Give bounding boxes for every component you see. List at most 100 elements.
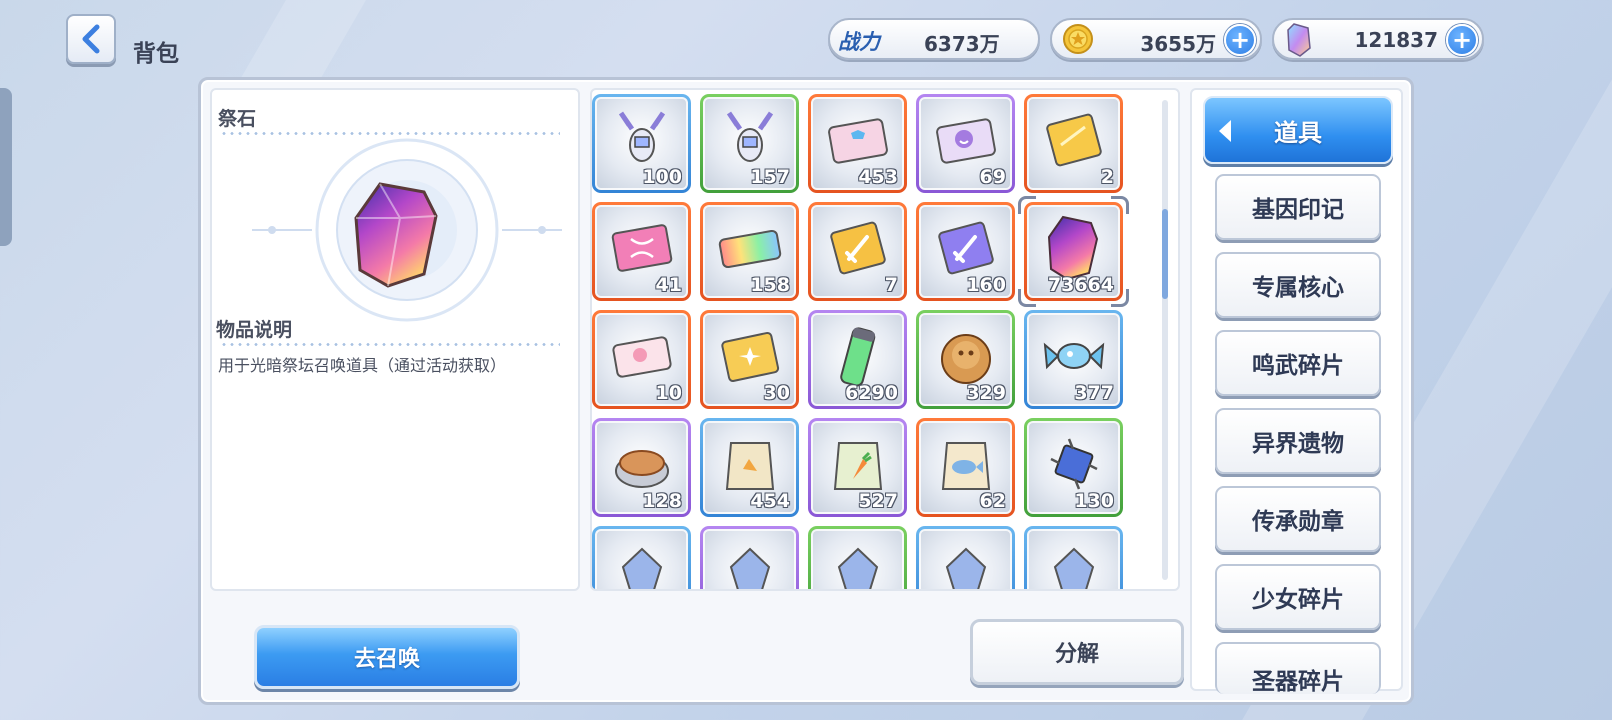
partial-item-icon [607,537,677,589]
gold-display: 3655万 + [1050,18,1262,60]
go-summon-button[interactable]: 去召唤 [254,625,520,689]
inventory-item-frame [1027,529,1120,589]
inventory-item-frame: 30 [703,313,796,406]
inventory-item[interactable]: 160 [916,202,1015,301]
item-description: 用于光暗祭坛召唤道具（通过活动获取） [218,356,507,375]
inventory-item[interactable]: 7 [808,202,907,301]
category-active-label: 道具 [1274,118,1322,147]
partial-item-icon [931,537,1001,589]
item-count: 527 [858,490,898,512]
inventory-item[interactable]: 527 [808,418,907,517]
inventory-item-frame: 128 [595,421,688,514]
item-count: 10 [655,382,682,404]
inventory-item[interactable]: 41 [592,202,691,301]
inventory-item-frame: 69 [919,97,1012,190]
inventory-item[interactable]: 158 [700,202,799,301]
grid-scrollbar[interactable] [1162,100,1168,580]
inventory-item-frame: 73664 [1027,205,1120,298]
item-count: 160 [966,274,1006,296]
inventory-item[interactable]: 62 [916,418,1015,517]
item-count: 2 [1100,166,1114,188]
divider [220,343,560,346]
item-count: 377 [1074,382,1114,404]
back-button[interactable] [66,14,116,64]
category-tab[interactable]: 异界遗物 [1215,408,1381,474]
arrow-left-icon [1219,120,1231,142]
inventory-item[interactable]: 69 [916,94,1015,193]
inventory-item-frame: 7 [811,205,904,298]
item-count: 69 [979,166,1006,188]
sword-card-gold-icon [823,213,893,287]
partial-item-icon [823,537,893,589]
partial-item-icon [715,537,785,589]
inventory-item[interactable]: 73664 [1018,196,1129,307]
inventory-item-frame: 160 [919,205,1012,298]
inventory-item-frame: 377 [1027,313,1120,406]
inventory-item-frame: 527 [811,421,904,514]
add-gold-button[interactable]: + [1224,24,1256,56]
inventory-item-frame: 62 [919,421,1012,514]
side-drawer-tab[interactable] [0,88,12,246]
category-tab[interactable]: 鸣武碎片 [1215,330,1381,396]
inventory-item[interactable]: 128 [592,418,691,517]
selection-bracket [1111,196,1129,214]
crystal-display: 121837 + [1272,18,1484,60]
inventory-item[interactable]: 6290 [808,310,907,409]
chevron-left-icon [82,24,100,54]
inventory-item[interactable] [916,526,1015,589]
inventory-item[interactable]: 329 [916,310,1015,409]
selection-bracket [1018,289,1036,307]
inventory-item[interactable]: 10 [592,310,691,409]
item-count: 128 [642,490,682,512]
item-grid-panel[interactable]: 100 157 453 69 2 41 158 7 160 73664 10 30 6290 329 377… [590,88,1180,591]
inventory-item-frame: 130 [1027,421,1120,514]
item-count: 62 [979,490,1006,512]
item-count: 100 [642,166,682,188]
plus-icon: + [1451,26,1473,54]
crystal-icon [1287,23,1311,57]
inventory-item-frame [703,529,796,589]
inventory-item[interactable] [592,526,691,589]
inventory-item[interactable]: 30 [700,310,799,409]
item-count: 130 [1074,490,1114,512]
selection-bracket [1111,289,1129,307]
inventory-item-frame: 454 [703,421,796,514]
inventory-item[interactable]: 453 [808,94,907,193]
inventory-item-frame: 453 [811,97,904,190]
inventory-item[interactable]: 157 [700,94,799,193]
item-count: 158 [750,274,790,296]
item-count: 7 [884,274,898,296]
category-tab[interactable]: 专属核心 [1215,252,1381,318]
decompose-button[interactable]: 分解 [970,619,1184,685]
item-count: 6290 [845,382,898,404]
inventory-item[interactable]: 377 [1024,310,1123,409]
item-count: 329 [966,382,1006,404]
category-tab[interactable]: 基因印记 [1215,174,1381,240]
gold-coin-icon [1063,24,1093,54]
inventory-item[interactable] [808,526,907,589]
category-tab-active[interactable]: 道具 [1203,96,1393,164]
page-title: 背包 [133,41,179,67]
inventory-item[interactable] [1024,526,1123,589]
category-tab[interactable]: 少女碎片 [1215,564,1381,630]
item-count: 30 [763,382,790,404]
power-label: 战力 [838,30,880,54]
inventory-item-frame: 100 [595,97,688,190]
inventory-item[interactable]: 454 [700,418,799,517]
scrollbar-thumb[interactable] [1162,209,1168,299]
selected-item-crystal-icon [354,182,438,288]
inventory-item[interactable]: 100 [592,94,691,193]
inventory-item[interactable]: 130 [1024,418,1123,517]
item-count: 73664 [1047,274,1114,296]
inventory-item-frame: 157 [703,97,796,190]
inventory-item-frame: 41 [595,205,688,298]
item-count: 157 [750,166,790,188]
inventory-item-frame: 329 [919,313,1012,406]
inventory-item[interactable]: 2 [1024,94,1123,193]
category-tab[interactable]: 圣器碎片 [1215,642,1381,694]
inventory-item[interactable] [700,526,799,589]
gold-card-icon [1039,105,1109,179]
item-count: 41 [655,274,682,296]
category-tab[interactable]: 传承勋章 [1215,486,1381,552]
add-crystal-button[interactable]: + [1446,24,1478,56]
